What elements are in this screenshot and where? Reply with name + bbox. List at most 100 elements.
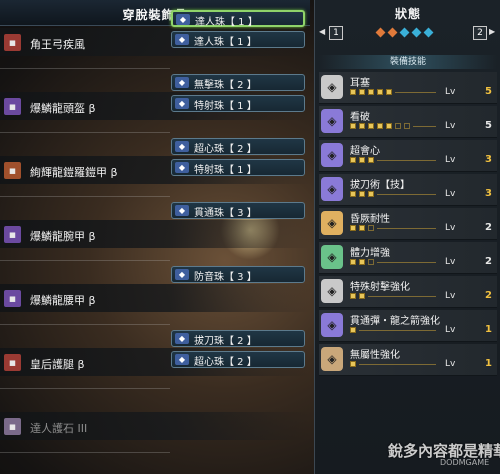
level-label: Lv	[445, 291, 456, 301]
skill-name: 拔刀術【技】	[350, 180, 410, 191]
skill-pip	[368, 157, 374, 163]
decoration-slot[interactable]: ◆ 超心珠【 2 】	[171, 138, 305, 155]
skill-pip	[359, 191, 365, 197]
skill-pip	[386, 89, 392, 95]
earplug-icon: ◈	[321, 75, 343, 99]
pierce-icon: ◈	[321, 313, 343, 337]
skill-level: 5	[485, 120, 492, 131]
slot-divider	[0, 196, 170, 197]
crit-icon: ◈	[321, 143, 343, 167]
skill-row[interactable]: ◈ 無屬性強化 Lv 1	[319, 344, 497, 376]
leg-armor-icon: ▪	[4, 354, 21, 371]
skill-row[interactable]: ◈ 昏厥耐性 Lv 2	[319, 208, 497, 240]
decoration-slot[interactable]: ◆ 特射珠【 1 】	[171, 159, 305, 176]
decoration-gem-icon: ◆	[175, 98, 189, 109]
slot-divider	[0, 132, 170, 133]
level-label: Lv	[445, 223, 456, 233]
level-label: Lv	[445, 87, 456, 97]
skill-name: 超會心	[350, 146, 380, 157]
decoration-slot[interactable]: ◆ 拔刀珠【 2 】	[171, 330, 305, 347]
decoration-slot[interactable]: ◆ 防音珠【 3 】	[171, 266, 305, 283]
equipment-slot[interactable]: ▪ 絢輝龍鎧羅鎧甲 β ◆ 超心珠【 2 】 ◆ 特射珠【 1 】	[0, 134, 310, 198]
skill-track	[368, 296, 436, 297]
decoration-slot[interactable]: ◆ 超心珠【 2 】	[171, 351, 305, 368]
waist-armor-icon: ▪	[4, 290, 21, 307]
equipment-name: 皇后護腿 β	[30, 358, 85, 371]
decoration-label: 超心珠【 2 】	[194, 357, 257, 368]
decoration-slot[interactable]: ◆ 特射珠【 1 】	[171, 95, 305, 112]
skill-pip	[350, 327, 356, 333]
skill-pip	[368, 259, 374, 265]
decoration-label: 特射珠【 1 】	[194, 101, 257, 112]
equipment-slot[interactable]: ▪ 皇后護腿 β ◆ 拔刀珠【 2 】 ◆ 超心珠【 2 】	[0, 326, 310, 390]
skill-pip	[359, 259, 365, 265]
skill-row[interactable]: ◈ 看破 Lv 5	[319, 106, 497, 138]
skill-pip	[359, 225, 365, 231]
skill-pip	[377, 89, 383, 95]
skill-track	[377, 194, 436, 195]
skill-pip	[368, 225, 374, 231]
level-label: Lv	[445, 325, 456, 335]
equipment-slot[interactable]: ▪ 爆鱗龍腰甲 β ◆ 防音珠【 3 】	[0, 262, 310, 326]
skill-level: 1	[485, 324, 492, 335]
skill-pip	[350, 361, 356, 367]
decoration-label: 貫通珠【 3 】	[194, 208, 257, 219]
equipment-name: 絢輝龍鎧羅鎧甲 β	[30, 166, 118, 179]
decoration-slot[interactable]: ◆ 無擊珠【 2 】	[171, 74, 305, 91]
skill-pip	[395, 123, 401, 129]
skill-pip	[359, 293, 365, 299]
skill-level: 2	[485, 290, 492, 301]
skill-row[interactable]: ◈ 超會心 Lv 3	[319, 140, 497, 172]
decoration-slot[interactable]: ◆ 達人珠【 1 】	[171, 31, 305, 48]
skill-level: 3	[485, 188, 492, 199]
health-icon: ◈	[321, 245, 343, 269]
level-label: Lv	[445, 121, 456, 131]
slot-divider	[0, 324, 170, 325]
skill-level-bar	[350, 89, 436, 97]
status-title: 狀態	[394, 7, 421, 21]
skill-level-bar	[350, 123, 436, 131]
skill-name: 貫通彈・龍之箭強化	[350, 316, 440, 327]
skill-track	[359, 364, 436, 365]
decoration-slot[interactable]: ◆ 達人珠【 1 】	[171, 10, 305, 28]
skill-row[interactable]: ◈ 體力增強 Lv 2	[319, 242, 497, 274]
decoration-label: 無擊珠【 2 】	[194, 80, 257, 91]
special-shot-icon: ◈	[321, 279, 343, 303]
skill-row[interactable]: ◈ 耳塞 Lv 5	[319, 72, 497, 104]
decoration-label: 達人珠【 1 】	[195, 17, 258, 28]
arrow-right-icon[interactable]: ▶	[489, 27, 495, 36]
page-dot-icon	[375, 27, 386, 38]
skill-track	[377, 160, 436, 161]
skill-pip	[368, 123, 374, 129]
gauntlet-icon: ▪	[4, 226, 21, 243]
page-selector: ◀ 1 2 ▶	[319, 26, 497, 40]
page-2-button[interactable]: 2	[473, 26, 487, 40]
skill-track	[395, 92, 436, 93]
helmet-icon: ▪	[4, 98, 21, 115]
arrow-left-icon[interactable]: ◀	[319, 27, 325, 36]
skill-row[interactable]: ◈ 貫通彈・龍之箭強化 Lv 1	[319, 310, 497, 342]
decoration-slot[interactable]: ◆ 貫通珠【 3 】	[171, 202, 305, 219]
equipment-slot[interactable]: ▪ 角王弓疾風 ◆ 達人珠【 1 】 ◆ 達人珠【 1 】	[0, 6, 310, 70]
skill-pip	[350, 191, 356, 197]
eye-icon: ◈	[321, 109, 343, 133]
decoration-label: 達人珠【 1 】	[194, 37, 257, 48]
equipment-slot[interactable]: ▪ 爆鱗龍頭盔 β ◆ 無擊珠【 2 】 ◆ 特射珠【 1 】	[0, 70, 310, 134]
skill-row[interactable]: ◈ 拔刀術【技】 Lv 3	[319, 174, 497, 206]
page-1-button[interactable]: 1	[329, 26, 343, 40]
skill-track	[413, 126, 436, 127]
skill-pip	[350, 293, 356, 299]
status-panel: 狀態 ◀ 1 2 ▶ 裝備技能 ◈ 耳塞 Lv 5 ◈ 看破 Lv 5 ◈ 超會心 Lv 3 ◈ 拔刀術【…	[314, 0, 500, 474]
equipment-slot[interactable]: ▪ 達人護石 III	[0, 390, 310, 454]
skill-name: 看破	[350, 112, 370, 123]
equipment-slot[interactable]: ▪ 爆鱗龍腕甲 β ◆ 貫通珠【 3 】	[0, 198, 310, 262]
equipment-name: 達人護石 III	[30, 422, 88, 435]
equipment-name: 爆鱗龍腰甲 β	[30, 294, 96, 307]
skill-row[interactable]: ◈ 特殊射擊強化 Lv 2	[319, 276, 497, 308]
skill-name: 無屬性強化	[350, 350, 400, 361]
skill-pip	[359, 89, 365, 95]
decoration-gem-icon: ◆	[175, 77, 189, 88]
decoration-gem-icon: ◆	[175, 162, 189, 173]
slot-divider	[0, 388, 170, 389]
page-dot-icon	[399, 27, 410, 38]
